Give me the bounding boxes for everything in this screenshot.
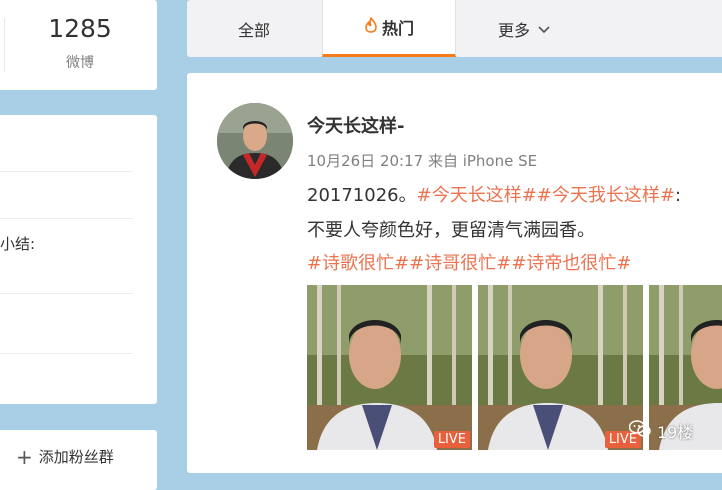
divider-1 [0, 171, 133, 172]
post-text-line-1: 20171026。#今天长这样##今天我长这样#: [307, 181, 681, 207]
avatar[interactable] [217, 103, 293, 179]
post-text-colon: : [674, 185, 682, 206]
wechat-icon [628, 420, 657, 442]
topic-link[interactable]: #诗哥很忙# [409, 253, 511, 274]
tab-all[interactable]: 全部 [187, 0, 321, 57]
topic-link[interactable]: #今天长这样# [417, 185, 537, 206]
topic-link[interactable]: #今天我长这样# [537, 185, 675, 206]
topic-link[interactable]: #诗帝也很忙# [511, 253, 631, 274]
left-info-card: 小结: [0, 115, 157, 404]
tab-hot[interactable]: 热门 [322, 0, 456, 57]
chevron-down-icon [538, 19, 550, 38]
left-snippet: 小结: [0, 235, 36, 253]
divider-3 [0, 293, 133, 294]
weibo-count-label[interactable]: 微博 [30, 52, 130, 72]
live-badge: LIVE [433, 431, 470, 448]
divider-4 [0, 353, 133, 354]
post-image-2[interactable]: LIVE [478, 285, 643, 450]
profile-stats-card: 1285 微博 [0, 0, 157, 90]
post-date-text: 20171026。 [307, 185, 417, 206]
tab-more[interactable]: 更多 [457, 0, 591, 57]
post-text-line-2: 不要人夸颜色好，更留清气满园香。 [307, 220, 595, 241]
post-meta[interactable]: 10月26日 20:17 来自 iPhone SE [307, 150, 537, 171]
watermark-text: 19楼 [657, 423, 694, 442]
plus-icon: + [16, 444, 33, 469]
fan-group-card: + 添加粉丝群 [0, 430, 157, 490]
post-image-1[interactable]: LIVE [307, 285, 472, 450]
topic-link[interactable]: #诗歌很忙# [307, 253, 409, 274]
tab-all-label: 全部 [237, 20, 270, 40]
post-text-line-3: #诗歌很忙##诗哥很忙##诗帝也很忙# [307, 249, 632, 275]
watermark: 19楼 [628, 419, 694, 443]
add-fan-group-button[interactable]: + 添加粉丝群 [16, 446, 114, 467]
feed-tabs: 全部 热门 更多 [187, 0, 722, 57]
tab-hot-label: 热门 [381, 19, 414, 38]
add-fan-group-label: 添加粉丝群 [38, 448, 114, 466]
tab-more-label: 更多 [497, 20, 530, 40]
flame-icon [364, 16, 378, 37]
weibo-post-card: 今天长这样- 10月26日 20:17 来自 iPhone SE 2017102… [187, 73, 722, 473]
divider-2 [0, 218, 133, 219]
post-username[interactable]: 今天长这样- [307, 112, 404, 138]
weibo-count[interactable]: 1285 [30, 14, 130, 43]
stats-divider [4, 18, 5, 72]
